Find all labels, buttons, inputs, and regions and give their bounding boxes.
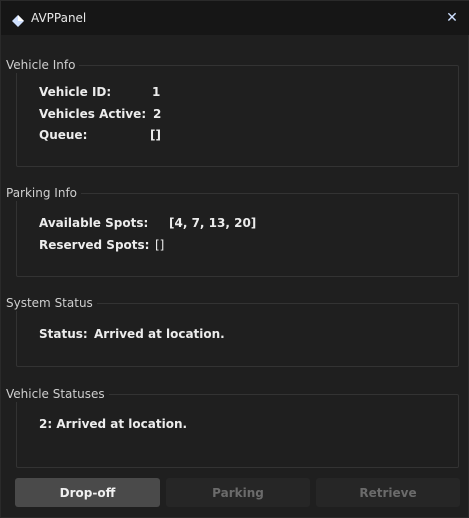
vehicle-id-value: 1: [152, 85, 161, 99]
status-key: Status:: [39, 327, 88, 341]
vehicle-id-row: Vehicle ID: 1: [39, 85, 160, 99]
reserved-spots-key: Reserved Spots:: [39, 238, 150, 252]
retrieve-button[interactable]: Retrieve: [316, 478, 460, 507]
system-status-label: System Status: [6, 295, 97, 311]
title-bar[interactable]: AVPPanel ✕: [1, 1, 469, 35]
status-value: Arrived at location.: [94, 327, 225, 341]
parking-button[interactable]: Parking: [166, 478, 310, 507]
avp-panel-window: AVPPanel ✕ Vehicle Info Vehicle ID: 1 Veh…: [0, 0, 469, 518]
action-bar: Drop-off Parking Retrieve: [1, 473, 469, 513]
queue-value: []: [150, 128, 161, 142]
available-spots-key: Available Spots:: [39, 216, 149, 230]
reserved-spots-row: Reserved Spots: []: [39, 238, 164, 252]
parking-info-label: Parking Info: [6, 185, 82, 201]
parking-info-group: Parking Info: [6, 185, 459, 277]
available-spots-value: [4, 7, 13, 20]: [169, 216, 257, 230]
vehicle-statuses-label: Vehicle Statuses: [6, 386, 109, 402]
close-icon[interactable]: ✕: [444, 10, 460, 26]
vehicle-info-label: Vehicle Info: [6, 57, 80, 73]
vehicle-id-key: Vehicle ID:: [39, 85, 112, 99]
window-title: AVPPanel: [31, 11, 87, 25]
queue-row: Queue: []: [39, 128, 161, 142]
available-spots-row: Available Spots: [4, 7, 13, 20]: [39, 216, 256, 230]
vehicles-active-value: 2: [153, 107, 162, 121]
vehicles-active-row: Vehicles Active: 2: [39, 107, 161, 121]
dropoff-button[interactable]: Drop-off: [15, 478, 160, 507]
vehicles-active-key: Vehicles Active:: [39, 107, 147, 121]
vehicle-status-entry: 2: Arrived at location.: [39, 417, 188, 431]
vehicle-statuses-group: Vehicle Statuses: [6, 386, 459, 468]
reserved-spots-value: []: [155, 238, 165, 252]
queue-key: Queue:: [39, 128, 88, 142]
diamond-icon: [12, 12, 24, 27]
status-row: Status: Arrived at location.: [39, 327, 225, 341]
